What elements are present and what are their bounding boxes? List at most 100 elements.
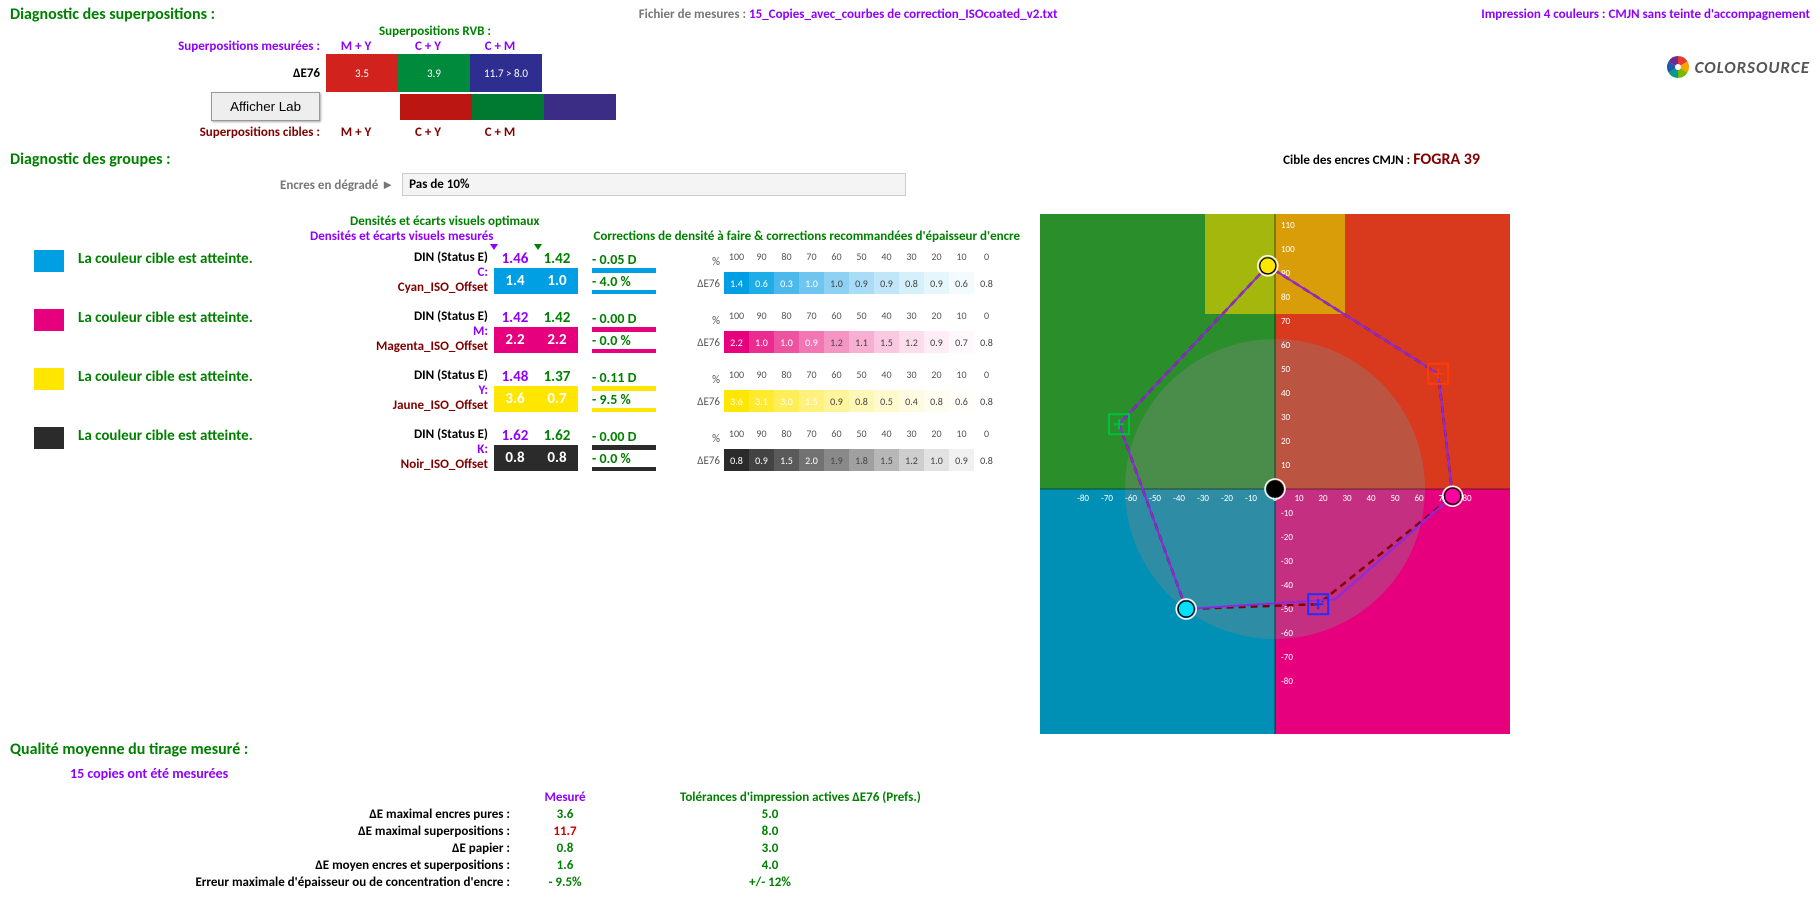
svg-text:10: 10 bbox=[1281, 460, 1291, 471]
q-meas-4: - 9.5% bbox=[520, 875, 610, 890]
col-my: M + Y bbox=[320, 39, 392, 54]
q-label-4: Erreur maximale d'épaisseur ou de concen… bbox=[10, 875, 520, 890]
tgt-col-cm: C + M bbox=[464, 125, 536, 140]
svg-text:-30: -30 bbox=[1197, 493, 1209, 504]
overprint-diagnostic-title: Diagnostic des superpositions : bbox=[10, 5, 215, 24]
din-m-3: 1.62 bbox=[494, 427, 536, 445]
pct-c-2: - 9.5 % bbox=[592, 391, 656, 408]
din-m-2: 1.48 bbox=[494, 368, 536, 386]
pct-o-3: 0.8 bbox=[536, 449, 578, 467]
ink-name-1: Magenta_ISO_Offset bbox=[318, 339, 488, 354]
step-dropdown[interactable]: Pas de 10% bbox=[402, 173, 906, 196]
q-tol-4: +/- 12% bbox=[710, 875, 830, 890]
col-measured: Mesuré bbox=[520, 790, 610, 805]
file-label: Fichier de mesures : bbox=[639, 7, 746, 22]
col-cy: C + Y bbox=[392, 39, 464, 54]
cmyk-target-label: Cible des encres CMJN : bbox=[1283, 153, 1410, 168]
din-m-1: 1.42 bbox=[494, 309, 536, 327]
svg-text:110: 110 bbox=[1281, 220, 1295, 231]
din-c-3: - 0.00 D bbox=[592, 428, 656, 445]
svg-text:30: 30 bbox=[1342, 493, 1352, 504]
afficher-lab-button[interactable]: Afficher Lab bbox=[211, 92, 320, 121]
ink-name-2: Jaune_ISO_Offset bbox=[318, 398, 488, 413]
svg-text:-30: -30 bbox=[1281, 556, 1293, 567]
svg-text:80: 80 bbox=[1462, 493, 1472, 504]
din-m-0: 1.46 bbox=[494, 250, 536, 268]
svg-text:40: 40 bbox=[1366, 493, 1376, 504]
svg-text:-10: -10 bbox=[1281, 508, 1293, 519]
pct-m-0: 1.4 bbox=[494, 272, 536, 290]
svg-text:-80: -80 bbox=[1077, 493, 1089, 504]
svg-text:50: 50 bbox=[1281, 364, 1291, 375]
ink-swatch-3 bbox=[34, 427, 64, 449]
tgt-col-cy: C + Y bbox=[392, 125, 464, 140]
svg-text:50: 50 bbox=[1390, 493, 1400, 504]
svg-text:60: 60 bbox=[1281, 340, 1291, 351]
col-cm: C + M bbox=[464, 39, 536, 54]
measured-overprints-label: Superpositions mesurées : bbox=[10, 39, 320, 54]
din-label-1: DIN (Status E) bbox=[318, 309, 488, 324]
pct-m-1: 2.2 bbox=[494, 331, 536, 349]
din-o-0: 1.42 bbox=[536, 250, 578, 268]
groups-title: Diagnostic des groupes : bbox=[10, 150, 171, 169]
svg-text:-20: -20 bbox=[1221, 493, 1233, 504]
cmyk-target-value: FOGRA 39 bbox=[1413, 150, 1480, 169]
svg-text:100: 100 bbox=[1281, 244, 1295, 255]
q-label-3: ΔE moyen encres et superpositions : bbox=[10, 858, 520, 873]
q-label-0: ΔE maximal encres pures : bbox=[10, 807, 520, 822]
copies-measured: 15 copies ont été mesurées bbox=[70, 765, 1810, 782]
svg-text:-40: -40 bbox=[1281, 580, 1293, 591]
svg-text:70: 70 bbox=[1281, 316, 1291, 327]
ink-status-3: La couleur cible est atteinte. bbox=[78, 427, 318, 445]
pct-o-1: 2.2 bbox=[536, 331, 578, 349]
de76-label: ΔE76 bbox=[10, 66, 326, 81]
svg-text:-40: -40 bbox=[1173, 493, 1185, 504]
op-cy-meas: 3.9 bbox=[398, 54, 470, 92]
rvb-title: Superpositions RVB : bbox=[240, 24, 630, 39]
op-my-meas: 3.5 bbox=[326, 54, 398, 92]
svg-text:-70: -70 bbox=[1281, 652, 1293, 663]
op-cy-tgt bbox=[472, 94, 544, 120]
q-meas-1: 11.7 bbox=[520, 824, 610, 839]
pct-m-2: 3.6 bbox=[494, 390, 536, 408]
ink-letter-0: C: bbox=[318, 265, 488, 280]
din-o-1: 1.42 bbox=[536, 309, 578, 327]
ink-letter-2: Y: bbox=[318, 383, 488, 398]
svg-text:20: 20 bbox=[1318, 493, 1328, 504]
ink-swatch-2 bbox=[34, 368, 64, 390]
q-meas-3: 1.6 bbox=[520, 858, 610, 873]
ink-status-0: La couleur cible est atteinte. bbox=[78, 250, 318, 268]
file-name: 15_Copies_avec_courbes de correction_ISO… bbox=[749, 7, 1057, 22]
svg-text:20: 20 bbox=[1281, 436, 1291, 447]
ink-status-1: La couleur cible est atteinte. bbox=[78, 309, 318, 327]
svg-text:10: 10 bbox=[1294, 493, 1304, 504]
q-tol-1: 8.0 bbox=[710, 824, 830, 839]
q-tol-0: 5.0 bbox=[710, 807, 830, 822]
din-c-2: - 0.11 D bbox=[592, 369, 656, 386]
pct-c-3: - 0.0 % bbox=[592, 450, 656, 467]
colorsource-logo-icon bbox=[1665, 54, 1691, 80]
din-label-3: DIN (Status E) bbox=[318, 427, 488, 442]
svg-text:40: 40 bbox=[1281, 388, 1291, 399]
din-o-3: 1.62 bbox=[536, 427, 578, 445]
pct-m-3: 0.8 bbox=[494, 449, 536, 467]
q-tol-3: 4.0 bbox=[710, 858, 830, 873]
din-c-1: - 0.00 D bbox=[592, 310, 656, 327]
q-label-1: ΔE maximal superpositions : bbox=[10, 824, 520, 839]
din-label-2: DIN (Status E) bbox=[318, 368, 488, 383]
svg-text:60: 60 bbox=[1414, 493, 1424, 504]
brand-text: COLORSOURCE bbox=[1695, 57, 1810, 78]
ink-letter-3: K: bbox=[318, 442, 488, 457]
svg-text:-20: -20 bbox=[1281, 532, 1293, 543]
gamut-chart: -80-70-60-50-40-30-20-100102030405060708… bbox=[1040, 214, 1510, 734]
measured-title: Densités et écarts visuels mesurés bbox=[310, 229, 493, 244]
q-label-2: ΔE papier : bbox=[10, 841, 520, 856]
op-cm-tgt bbox=[544, 94, 616, 120]
svg-text:-60: -60 bbox=[1125, 493, 1137, 504]
svg-text:80: 80 bbox=[1281, 292, 1291, 303]
svg-text:-60: -60 bbox=[1281, 628, 1293, 639]
corrections-title: Corrections de densité à faire & correct… bbox=[593, 229, 1020, 244]
pct-o-2: 0.7 bbox=[536, 390, 578, 408]
din-c-0: - 0.05 D bbox=[592, 251, 656, 268]
ink-swatch-1 bbox=[34, 309, 64, 331]
